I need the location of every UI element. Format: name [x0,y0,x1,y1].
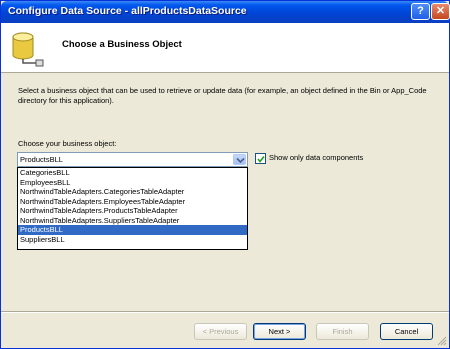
business-object-label: Choose your business object: [18,139,117,148]
business-object-dropdown-list: CategoriesBLL EmployeesBLL NorthwindTabl… [17,167,248,250]
page-title: Choose a Business Object [62,39,182,50]
list-item[interactable]: EmployeesBLL [18,178,247,188]
list-item[interactable]: NorthwindTableAdapters.EmployeesTableAda… [18,197,247,207]
list-item[interactable]: NorthwindTableAdapters.CategoriesTableAd… [18,187,247,197]
combo-selected-value: ProductsBLL [20,155,63,164]
finish-button[interactable]: Finish [316,323,369,340]
show-only-data-components-label[interactable]: Show only data components [269,153,363,162]
list-item[interactable]: NorthwindTableAdapters.SuppliersTableAda… [18,216,247,226]
show-only-data-components-checkbox[interactable] [255,153,266,164]
checkmark-icon [257,156,265,163]
description-text: Select a business object that can be use… [18,86,427,105]
title-bar[interactable]: Configure Data Source - allProductsDataS… [1,1,450,23]
next-button[interactable]: Next > [253,323,306,340]
close-button[interactable]: ✕ [431,3,450,20]
resize-grip-icon[interactable] [437,336,447,346]
database-icon [12,32,44,67]
chevron-down-icon [236,157,245,164]
list-item-selected[interactable]: ProductsBLL [18,225,247,235]
list-item[interactable]: SuppliersBLL [18,235,247,245]
help-button[interactable]: ? [411,3,430,20]
footer-divider [1,311,449,313]
wizard-header: Choose a Business Object [1,23,449,73]
cancel-button[interactable]: Cancel [380,323,433,340]
configure-data-source-dialog: Configure Data Source - allProductsDataS… [0,0,450,349]
list-item[interactable]: CategoriesBLL [18,168,247,178]
business-object-combobox[interactable]: ProductsBLL [17,152,248,167]
list-item[interactable]: NorthwindTableAdapters.ProductsTableAdap… [18,206,247,216]
previous-button[interactable]: < Previous [194,323,247,340]
combo-dropdown-button[interactable] [233,154,246,165]
window-title: Configure Data Source - allProductsDataS… [8,5,247,17]
